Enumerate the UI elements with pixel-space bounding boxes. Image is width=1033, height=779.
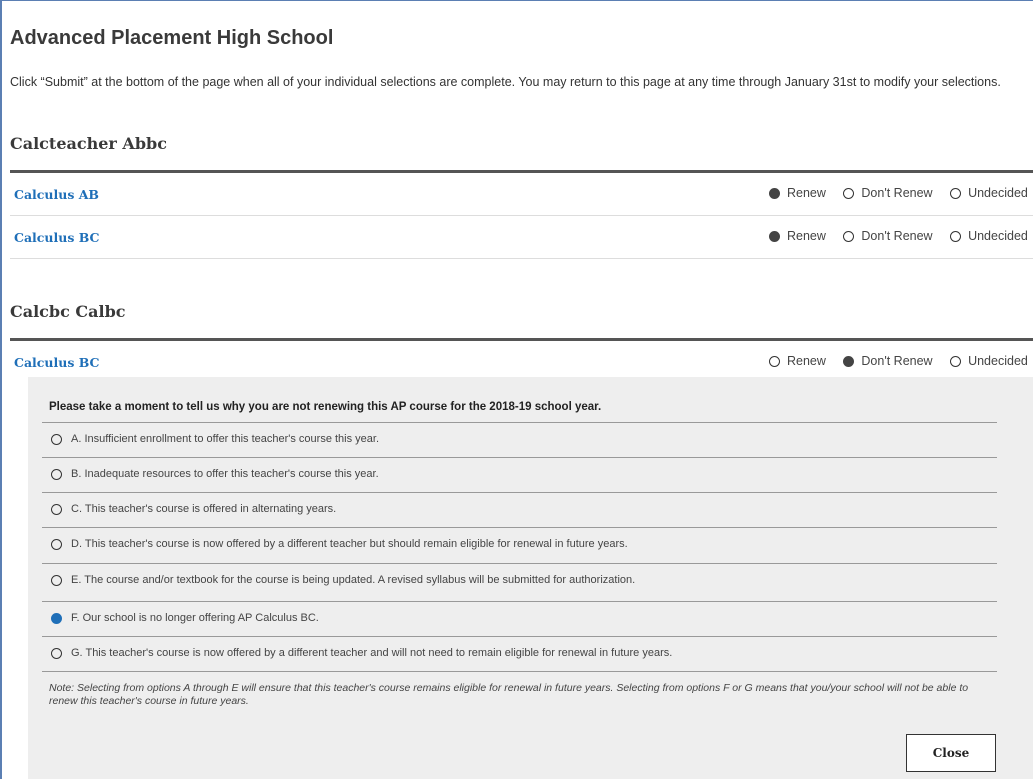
reason-option-a[interactable]: A. Insufficient enrollment to offer this… bbox=[42, 422, 997, 455]
reason-option-f[interactable]: F. Our school is no longer offering AP C… bbox=[42, 601, 997, 634]
dont-renew-label: Don't Renew bbox=[861, 354, 933, 368]
reason-label: A. Insufficient enrollment to offer this… bbox=[71, 433, 380, 445]
course-row: Calculus AB Renew Don't Renew Undecided bbox=[10, 173, 1033, 216]
reason-label: C. This teacher's course is offered in a… bbox=[71, 503, 337, 515]
dont-renew-option[interactable]: Don't Renew bbox=[843, 354, 933, 368]
radio-empty-icon bbox=[950, 187, 962, 199]
renewal-options: Renew Don't Renew Undecided bbox=[769, 354, 1033, 370]
reason-label: G. This teacher's course is now offered … bbox=[71, 647, 673, 659]
reason-option-b[interactable]: B. Inadequate resources to offer this te… bbox=[42, 457, 997, 490]
course-row: Calculus BC Renew Don't Renew Undecided bbox=[10, 216, 1033, 259]
radio-empty-icon bbox=[51, 503, 62, 515]
radio-empty-icon bbox=[51, 468, 62, 480]
radio-empty-icon bbox=[843, 187, 855, 199]
reason-option-e[interactable]: E. The course and/or textbook for the co… bbox=[42, 563, 997, 596]
undecided-option[interactable]: Undecided bbox=[950, 354, 1028, 368]
teacher-name: Calcteacher Abbc bbox=[10, 134, 167, 153]
reason-label: B. Inadequate resources to offer this te… bbox=[71, 468, 379, 480]
reason-option-d[interactable]: D. This teacher's course is now offered … bbox=[42, 527, 997, 560]
radio-empty-icon bbox=[51, 647, 62, 659]
radio-empty-icon bbox=[950, 355, 962, 367]
course-link[interactable]: Calculus BC bbox=[14, 230, 99, 245]
radio-empty-icon bbox=[51, 433, 62, 445]
renew-label: Renew bbox=[787, 186, 826, 200]
dont-renew-label: Don't Renew bbox=[861, 186, 933, 200]
teacher-name: Calcbc Calbc bbox=[10, 302, 126, 321]
undecided-option[interactable]: Undecided bbox=[950, 229, 1028, 243]
radio-empty-icon bbox=[769, 355, 780, 367]
radio-empty-icon bbox=[51, 574, 62, 586]
instructions-text: Click “Submit” at the bottom of the page… bbox=[10, 75, 1001, 89]
renew-option[interactable]: Renew bbox=[769, 229, 826, 243]
radio-empty-icon bbox=[51, 538, 62, 550]
reason-question: Please take a moment to tell us why you … bbox=[49, 401, 602, 413]
renew-option[interactable]: Renew bbox=[769, 354, 826, 368]
renew-option[interactable]: Renew bbox=[769, 186, 826, 200]
close-button[interactable]: Close bbox=[906, 734, 996, 772]
undecided-label: Undecided bbox=[968, 186, 1028, 200]
renewal-options: Renew Don't Renew Undecided bbox=[769, 229, 1033, 245]
radio-selected-icon bbox=[51, 612, 62, 624]
reason-divider bbox=[42, 671, 997, 672]
non-renewal-reason-panel: Please take a moment to tell us why you … bbox=[28, 377, 1033, 779]
reason-option-g[interactable]: G. This teacher's course is now offered … bbox=[42, 636, 997, 669]
undecided-option[interactable]: Undecided bbox=[950, 186, 1028, 200]
renew-label: Renew bbox=[787, 229, 826, 243]
reason-label: D. This teacher's course is now offered … bbox=[71, 538, 628, 550]
renew-label: Renew bbox=[787, 354, 826, 368]
dont-renew-option[interactable]: Don't Renew bbox=[843, 186, 933, 200]
reason-note: Note: Selecting from options A through E… bbox=[49, 682, 969, 707]
reason-label: E. The course and/or textbook for the co… bbox=[71, 574, 636, 586]
dont-renew-option[interactable]: Don't Renew bbox=[843, 229, 933, 243]
radio-selected-icon bbox=[843, 355, 855, 367]
radio-selected-icon bbox=[769, 230, 780, 242]
page-title: Advanced Placement High School bbox=[10, 27, 334, 49]
undecided-label: Undecided bbox=[968, 354, 1028, 368]
radio-empty-icon bbox=[843, 230, 855, 242]
course-link[interactable]: Calculus BC bbox=[14, 355, 99, 370]
reason-option-c[interactable]: C. This teacher's course is offered in a… bbox=[42, 492, 997, 525]
course-link[interactable]: Calculus AB bbox=[14, 187, 99, 202]
renewal-options: Renew Don't Renew Undecided bbox=[769, 186, 1033, 202]
radio-selected-icon bbox=[769, 187, 780, 199]
undecided-label: Undecided bbox=[968, 229, 1028, 243]
reason-label: F. Our school is no longer offering AP C… bbox=[71, 612, 319, 624]
radio-empty-icon bbox=[950, 230, 962, 242]
dont-renew-label: Don't Renew bbox=[861, 229, 933, 243]
